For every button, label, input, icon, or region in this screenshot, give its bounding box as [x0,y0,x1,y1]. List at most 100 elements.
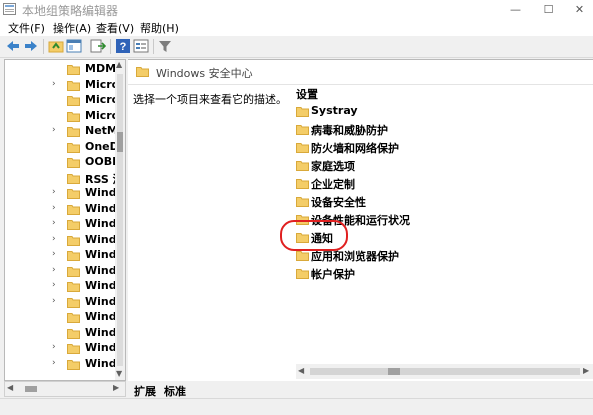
folder-icon [296,179,309,189]
tree-item[interactable]: › Micro [5,78,119,93]
back-arrow-icon[interactable] [5,38,21,54]
tree-item[interactable]: OneD [5,140,119,155]
expand-chevron-icon[interactable]: › [52,203,56,213]
tree-item[interactable]: › Wind [5,186,117,201]
details-horizontal-scrollbar[interactable]: ◀ ▶ [296,364,593,379]
minimize-button[interactable]: — [499,0,532,19]
tree-item[interactable]: RSS 源 [5,171,124,186]
svg-text:?: ? [120,41,127,53]
expand-chevron-icon[interactable]: › [52,342,56,352]
tab-extended[interactable]: 扩展 [134,383,156,399]
folder-icon [67,205,80,215]
scrollbar-thumb[interactable] [388,368,400,375]
menu-file[interactable]: 文件(F) [8,20,45,36]
expand-chevron-icon[interactable]: › [52,125,56,135]
scrollbar-thumb[interactable] [117,132,123,152]
menu-action[interactable]: 操作(A) [53,20,91,36]
setting-item-label: 防火墙和网络保护 [311,142,399,155]
folder-icon [296,125,309,135]
scrollbar-track[interactable] [117,74,123,366]
expand-chevron-icon[interactable]: › [52,218,56,228]
show-hide-tree-icon[interactable] [66,38,82,54]
maximize-button[interactable]: ☐ [532,0,565,19]
setting-item-label: 帐户保护 [311,268,355,281]
tab-standard[interactable]: 标准 [164,383,186,399]
folder-icon [67,143,80,153]
properties-icon[interactable] [133,38,149,54]
help-icon[interactable]: ? [115,38,131,54]
tree-item[interactable]: › Wind [5,341,117,356]
scrollbar-track[interactable] [310,368,580,375]
scroll-up-arrow-icon[interactable]: ▲ [116,60,122,69]
folder-icon [67,298,80,308]
folder-icon [67,282,80,292]
up-folder-icon[interactable] [48,38,64,54]
expand-chevron-icon[interactable]: › [52,249,56,259]
toolbar: ? [0,36,593,58]
expand-chevron-icon[interactable]: › [52,358,56,368]
tree-item[interactable]: › Wind [5,233,117,248]
expand-chevron-icon[interactable]: › [52,265,56,275]
details-header: Windows 安全中心 [128,60,593,85]
expand-chevron-icon[interactable]: › [52,296,56,306]
scroll-down-arrow-icon[interactable]: ▼ [116,369,122,378]
tree-item[interactable]: › Wind [5,248,117,263]
highlight-annotation [280,220,348,251]
folder-icon [296,161,309,171]
folder-icon [67,174,80,184]
title-bar: 本地组策略编辑器 — ☐ ✕ [0,0,593,19]
folder-icon [136,67,149,77]
tree-item[interactable]: › Wind [5,295,117,310]
tree-item-label: Wind [85,341,117,354]
expand-chevron-icon[interactable]: › [52,280,56,290]
tree-item-label: Wind [85,233,117,246]
tree-item[interactable]: › Wind [5,264,117,279]
scrollbar-thumb[interactable] [25,386,37,392]
tree-item[interactable]: › Wind [5,279,117,294]
tree-item[interactable]: Micro [5,93,119,108]
folder-icon [296,251,309,261]
folder-icon [67,127,80,137]
status-bar [0,398,593,415]
expand-chevron-icon[interactable]: › [52,187,56,197]
scroll-right-arrow-icon[interactable]: ▶ [583,366,589,375]
filter-icon[interactable] [157,38,173,54]
expand-chevron-icon[interactable]: › [52,234,56,244]
tree-horizontal-scrollbar[interactable]: ◀ ▶ [4,381,126,397]
tree-pane[interactable]: MDM › Micro Micro Micro › NetM OneD OOBE… [4,59,126,381]
export-list-icon[interactable] [90,38,106,54]
tree-item-label: Wind [85,295,117,308]
settings-column-header[interactable]: 设置 [296,86,318,102]
folder-icon [67,313,80,323]
tree-item-label: Wind [85,217,117,230]
close-button[interactable]: ✕ [563,0,593,19]
folder-icon [67,236,80,246]
menu-view[interactable]: 查看(V) [96,20,134,36]
tree-item[interactable]: › NetM [5,124,118,139]
tree-item-label: MDM [85,62,117,75]
tree-item[interactable]: OOBE [5,155,120,170]
setting-item-label: 设备安全性 [311,196,366,209]
scroll-left-arrow-icon[interactable]: ◀ [298,366,304,375]
tree-item-label: Wind [85,248,117,261]
menu-help[interactable]: 帮助(H) [140,20,179,36]
folder-icon [67,65,80,75]
folder-icon [67,329,80,339]
scroll-left-arrow-icon[interactable]: ◀ [7,383,13,392]
tree-vertical-scrollbar[interactable]: ▲ ▼ [115,60,125,380]
folder-icon [67,251,80,261]
tree-item[interactable]: MDM [5,62,117,77]
tree-item[interactable]: Wind [5,310,117,325]
app-icon [3,3,16,15]
folder-icon [67,81,80,91]
tree-item[interactable]: › Wind [5,357,117,372]
tree-item[interactable]: › Wind [5,202,117,217]
forward-arrow-icon[interactable] [23,38,39,54]
tree-item[interactable]: Micro [5,109,119,124]
menu-bar: 文件(F) 操作(A) 查看(V) 帮助(H) [0,19,593,36]
folder-icon [296,197,309,207]
scroll-right-arrow-icon[interactable]: ▶ [113,383,119,392]
tree-item[interactable]: › Wind [5,217,117,232]
tree-item[interactable]: Wind [5,326,117,341]
expand-chevron-icon[interactable]: › [52,79,56,89]
